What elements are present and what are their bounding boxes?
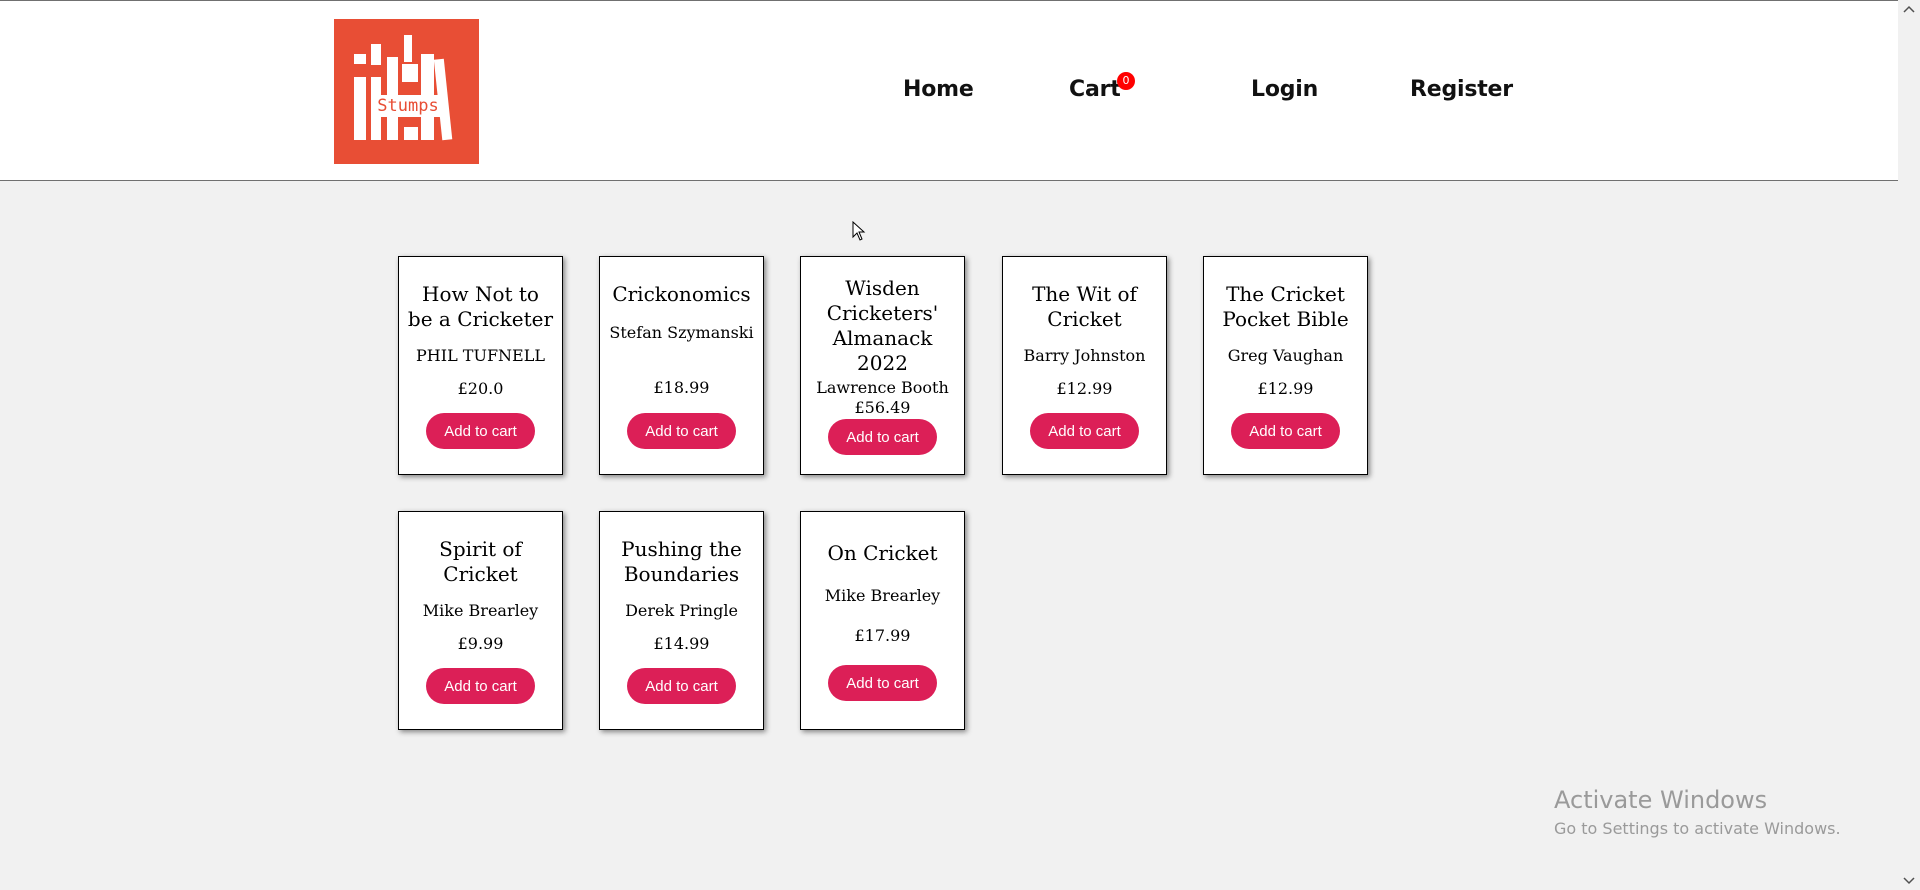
nav-home-link[interactable]: Home [903,77,974,102]
product-price: £14.99 [653,634,710,653]
product-card: How Not to be a Cricketer PHIL TUFNELL £… [398,256,563,475]
logo-text: Stumps [377,96,439,116]
product-price: £17.99 [854,626,911,645]
product-author: Barry Johnston [1023,346,1146,365]
stumps-logo[interactable]: Stumps [334,19,479,164]
activate-windows-subtitle: Go to Settings to activate Windows. [1554,819,1841,838]
product-price: £9.99 [457,634,504,653]
product-author: Mike Brearley [422,601,539,620]
scroll-down-arrow-icon[interactable] [1898,870,1920,890]
vertical-scrollbar[interactable] [1898,0,1920,890]
product-author: PHIL TUFNELL [416,346,545,365]
add-to-cart-button[interactable]: Add to cart [426,413,535,449]
product-title: Crickonomics [612,282,751,306]
product-author: Lawrence Booth [816,378,949,397]
product-author: Mike Brearley [824,586,941,605]
product-card: The Wit of Cricket Barry Johnston £12.99… [1002,256,1167,475]
nav-cart-link[interactable]: Cart [1069,77,1121,102]
add-to-cart-button[interactable]: Add to cart [1231,413,1340,449]
product-author: Derek Pringle [625,601,738,620]
product-title: The Cricket Pocket Bible [1222,282,1349,331]
product-title: Wisden Cricketers' Almanack 2022 [826,276,939,375]
product-card: Wisden Cricketers' Almanack 2022 Lawrenc… [800,256,965,475]
scroll-up-arrow-icon[interactable] [1898,0,1920,20]
add-to-cart-button[interactable]: Add to cart [1030,413,1139,449]
add-to-cart-button[interactable]: Add to cart [828,419,937,455]
activate-windows-title: Activate Windows [1554,786,1768,814]
books-logo-icon [354,35,453,141]
product-title: The Wit of Cricket [1032,282,1137,331]
product-title: How Not to be a Cricketer [407,282,554,331]
product-title: On Cricket [827,541,938,565]
product-author: Greg Vaughan [1227,346,1344,365]
product-price: £18.99 [653,378,710,397]
product-card: The Cricket Pocket Bible Greg Vaughan £1… [1203,256,1368,475]
product-price: £12.99 [1056,379,1113,398]
product-card: Pushing the Boundaries Derek Pringle £14… [599,511,764,730]
product-card: On Cricket Mike Brearley £17.99 Add to c… [800,511,965,730]
add-to-cart-button[interactable]: Add to cart [627,413,736,449]
mouse-cursor-icon [852,221,866,241]
product-card: Crickonomics Stefan Szymanski £18.99 Add… [599,256,764,475]
product-price: £20.0 [457,379,504,398]
nav-register-link[interactable]: Register [1410,77,1513,102]
browser-viewport: Stumps Home Cart 0 Login Register How No… [0,0,1920,890]
product-title: Spirit of Cricket [439,537,522,586]
product-title: Pushing the Boundaries [621,537,742,586]
add-to-cart-button[interactable]: Add to cart [627,668,736,704]
site-header: Stumps Home Cart 0 Login Register [0,0,1898,181]
cart-count-badge: 0 [1117,72,1135,90]
add-to-cart-button[interactable]: Add to cart [426,668,535,704]
add-to-cart-button[interactable]: Add to cart [828,665,937,701]
product-price: £56.49 [854,398,911,417]
nav-login-link[interactable]: Login [1251,77,1318,102]
product-author: Stefan Szymanski [609,323,754,342]
product-price: £12.99 [1257,379,1314,398]
product-card: Spirit of Cricket Mike Brearley £9.99 Ad… [398,511,563,730]
